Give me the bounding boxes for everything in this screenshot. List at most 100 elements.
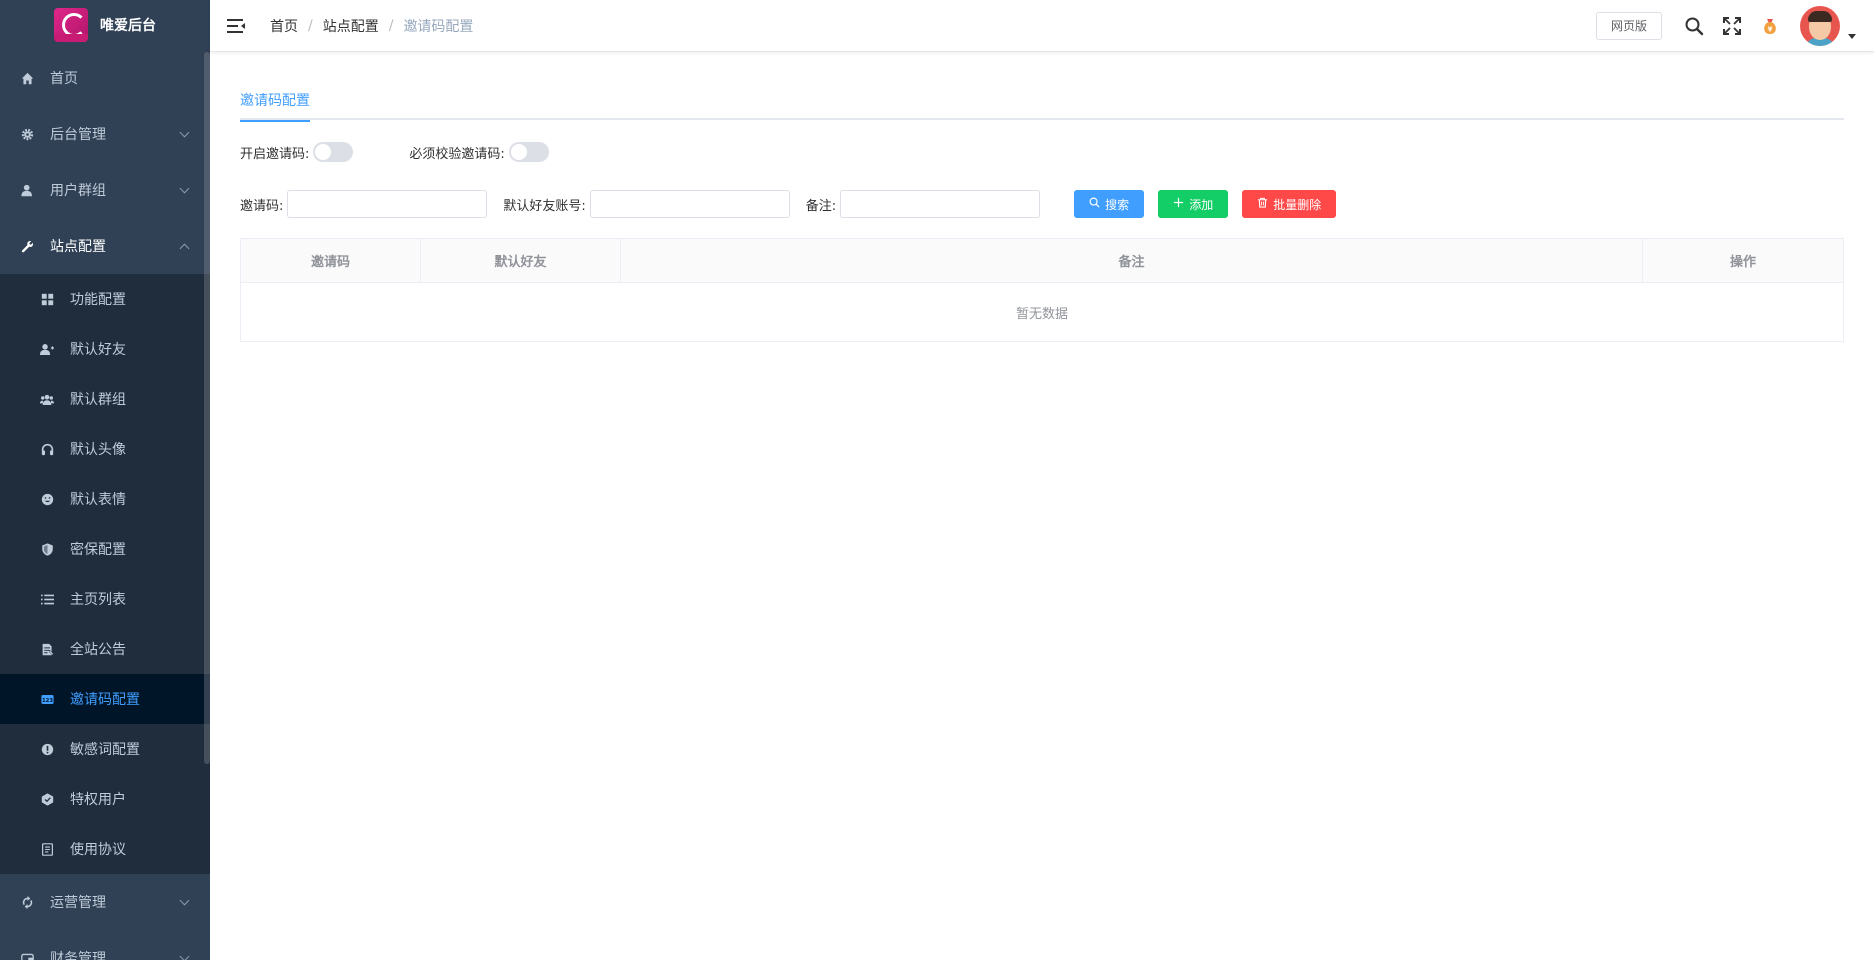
invite-code-input[interactable]: [287, 190, 488, 218]
column-header-actions[interactable]: 操作: [1643, 239, 1843, 282]
gear-icon: [20, 127, 34, 141]
fullscreen-icon[interactable]: [1722, 16, 1742, 36]
sidebar-item-default-group[interactable]: 默认群组: [0, 374, 210, 424]
breadcrumb-home[interactable]: 首页: [270, 16, 298, 36]
chevron-down-icon: [179, 895, 190, 906]
remark-label: 备注:: [805, 198, 837, 214]
filter-row: 邀请码: 默认好友账号: 备注: 搜索 添加 批量删除: [240, 190, 1844, 218]
sidebar-item-user-groups[interactable]: 用户群组: [0, 162, 210, 218]
sidebar-item-label: 站点配置: [50, 239, 106, 255]
sidebar-item-label: 特权用户: [70, 792, 126, 808]
sidebar-item-security-config[interactable]: 密保配置: [0, 524, 210, 574]
sidebar-item-label: 主页列表: [70, 592, 126, 608]
sidebar-item-finance[interactable]: 财务管理: [0, 930, 210, 960]
operation-icon: [20, 895, 34, 909]
hamburger-icon[interactable]: [227, 18, 245, 33]
sidebar-item-operations[interactable]: 运营管理: [0, 874, 210, 930]
shield-icon: [40, 542, 54, 556]
search-icon[interactable]: [1684, 16, 1704, 36]
chevron-down-icon: [179, 127, 190, 138]
file-icon: [40, 842, 54, 856]
default-friend-input[interactable]: [589, 190, 790, 218]
sidebar-item-label: 默认头像: [70, 442, 126, 458]
tab-bar: 邀请码配置: [240, 92, 1844, 122]
sidebar-item-privileged-users[interactable]: 特权用户: [0, 774, 210, 824]
invite-code-table: 邀请码 默认好友 备注 操作 暂无数据: [240, 238, 1844, 342]
home-icon: [20, 71, 34, 85]
chevron-down-icon: [179, 951, 190, 960]
add-button-label: 添加: [1189, 197, 1214, 212]
require-invite-code-toggle[interactable]: [508, 142, 549, 162]
column-header-invite-code[interactable]: 邀请码: [241, 239, 421, 282]
breadcrumb: 首页 / 站点配置 / 邀请码配置: [270, 16, 473, 36]
svg-text:123: 123: [42, 697, 53, 703]
list-icon: [40, 592, 54, 606]
default-friend-label: 默认好友账号:: [503, 198, 586, 214]
headphone-icon: [40, 442, 54, 456]
search-button[interactable]: 搜索: [1074, 190, 1145, 218]
caret-down-icon[interactable]: [1848, 33, 1856, 39]
sidebar-item-homepage-list[interactable]: 主页列表: [0, 574, 210, 624]
column-header-default-friend[interactable]: 默认好友: [421, 239, 621, 282]
enable-invite-code-toggle[interactable]: [313, 142, 354, 162]
trash-icon: [1257, 197, 1268, 211]
sidebar-item-site-config[interactable]: 站点配置: [0, 218, 210, 274]
require-invite-code-label: 必须校验邀请码:: [409, 146, 505, 162]
header-right-menu: 网页版 ¥: [1595, 0, 1874, 52]
code-icon: 123: [40, 692, 54, 706]
app-logo[interactable]: 唯爱后台: [0, 0, 210, 50]
wallet-icon: [20, 951, 34, 960]
avatar[interactable]: [1800, 6, 1840, 46]
sidebar-item-feature-config[interactable]: 功能配置: [0, 274, 210, 324]
logo-image: [54, 8, 88, 42]
enable-invite-code-label: 开启邀请码:: [240, 146, 310, 162]
table-empty-text: 暂无数据: [1015, 306, 1068, 322]
sidebar-item-label: 功能配置: [70, 292, 126, 308]
grid-icon: [40, 292, 54, 306]
user-icon: [20, 183, 34, 197]
sidebar-item-user-agreement[interactable]: 使用协议: [0, 824, 210, 874]
sidebar-item-announcement[interactable]: 全站公告: [0, 624, 210, 674]
column-header-remark[interactable]: 备注: [621, 239, 1643, 282]
table-header: 邀请码 默认好友 备注 操作: [241, 239, 1843, 283]
document-icon: [40, 642, 54, 656]
chevron-down-icon: [179, 183, 190, 194]
svg-text:¥: ¥: [1768, 26, 1773, 34]
sidebar-item-label: 邀请码配置: [70, 692, 140, 708]
sidebar-item-label: 首页: [50, 71, 78, 87]
breadcrumb-site-config[interactable]: 站点配置: [323, 16, 379, 36]
sidebar-item-home[interactable]: 首页: [0, 50, 210, 106]
sidebar-item-label: 敏感词配置: [70, 742, 140, 758]
search-button-label: 搜索: [1105, 197, 1130, 212]
chevron-up-icon: [179, 243, 190, 254]
plus-icon: [1173, 197, 1184, 211]
main-content: 邀请码配置 开启邀请码: 必须校验邀请码: 邀请码: 默认好友账号: 备注: 搜…: [240, 52, 1844, 342]
add-button[interactable]: 添加: [1158, 190, 1229, 218]
sidebar-scrollbar[interactable]: [204, 52, 210, 764]
sidebar-item-default-avatar[interactable]: 默认头像: [0, 424, 210, 474]
badge-icon: [40, 792, 54, 806]
smile-icon: [40, 492, 54, 506]
invite-code-label: 邀请码:: [240, 198, 284, 214]
web-version-button[interactable]: 网页版: [1595, 12, 1662, 40]
sidebar-item-label: 运营管理: [50, 895, 106, 911]
batch-delete-button[interactable]: 批量删除: [1242, 190, 1337, 218]
money-bag-icon[interactable]: ¥: [1760, 16, 1780, 36]
sidebar-item-admin[interactable]: 后台管理: [0, 106, 210, 162]
breadcrumb-separator: /: [308, 17, 313, 34]
sidebar-item-label: 用户群组: [50, 183, 106, 199]
remark-input[interactable]: [840, 190, 1041, 218]
breadcrumb-separator: /: [388, 17, 394, 34]
app-title: 唯爱后台: [100, 18, 156, 34]
switch-row: 开启邀请码: 必须校验邀请码:: [240, 142, 1844, 162]
batch-delete-button-label: 批量删除: [1273, 197, 1322, 212]
tab-invite-code-config[interactable]: 邀请码配置: [240, 92, 310, 122]
search-icon: [1089, 197, 1100, 211]
sidebar-item-default-friend[interactable]: 默认好友: [0, 324, 210, 374]
sidebar-item-default-emoji[interactable]: 默认表情: [0, 474, 210, 524]
sidebar-item-sensitive-words[interactable]: 敏感词配置: [0, 724, 210, 774]
sidebar-item-invite-code-config[interactable]: 123 邀请码配置: [0, 674, 210, 724]
sidebar-item-label: 默认群组: [70, 392, 126, 408]
sidebar-item-label: 默认表情: [70, 492, 126, 508]
users-icon: [40, 392, 54, 406]
